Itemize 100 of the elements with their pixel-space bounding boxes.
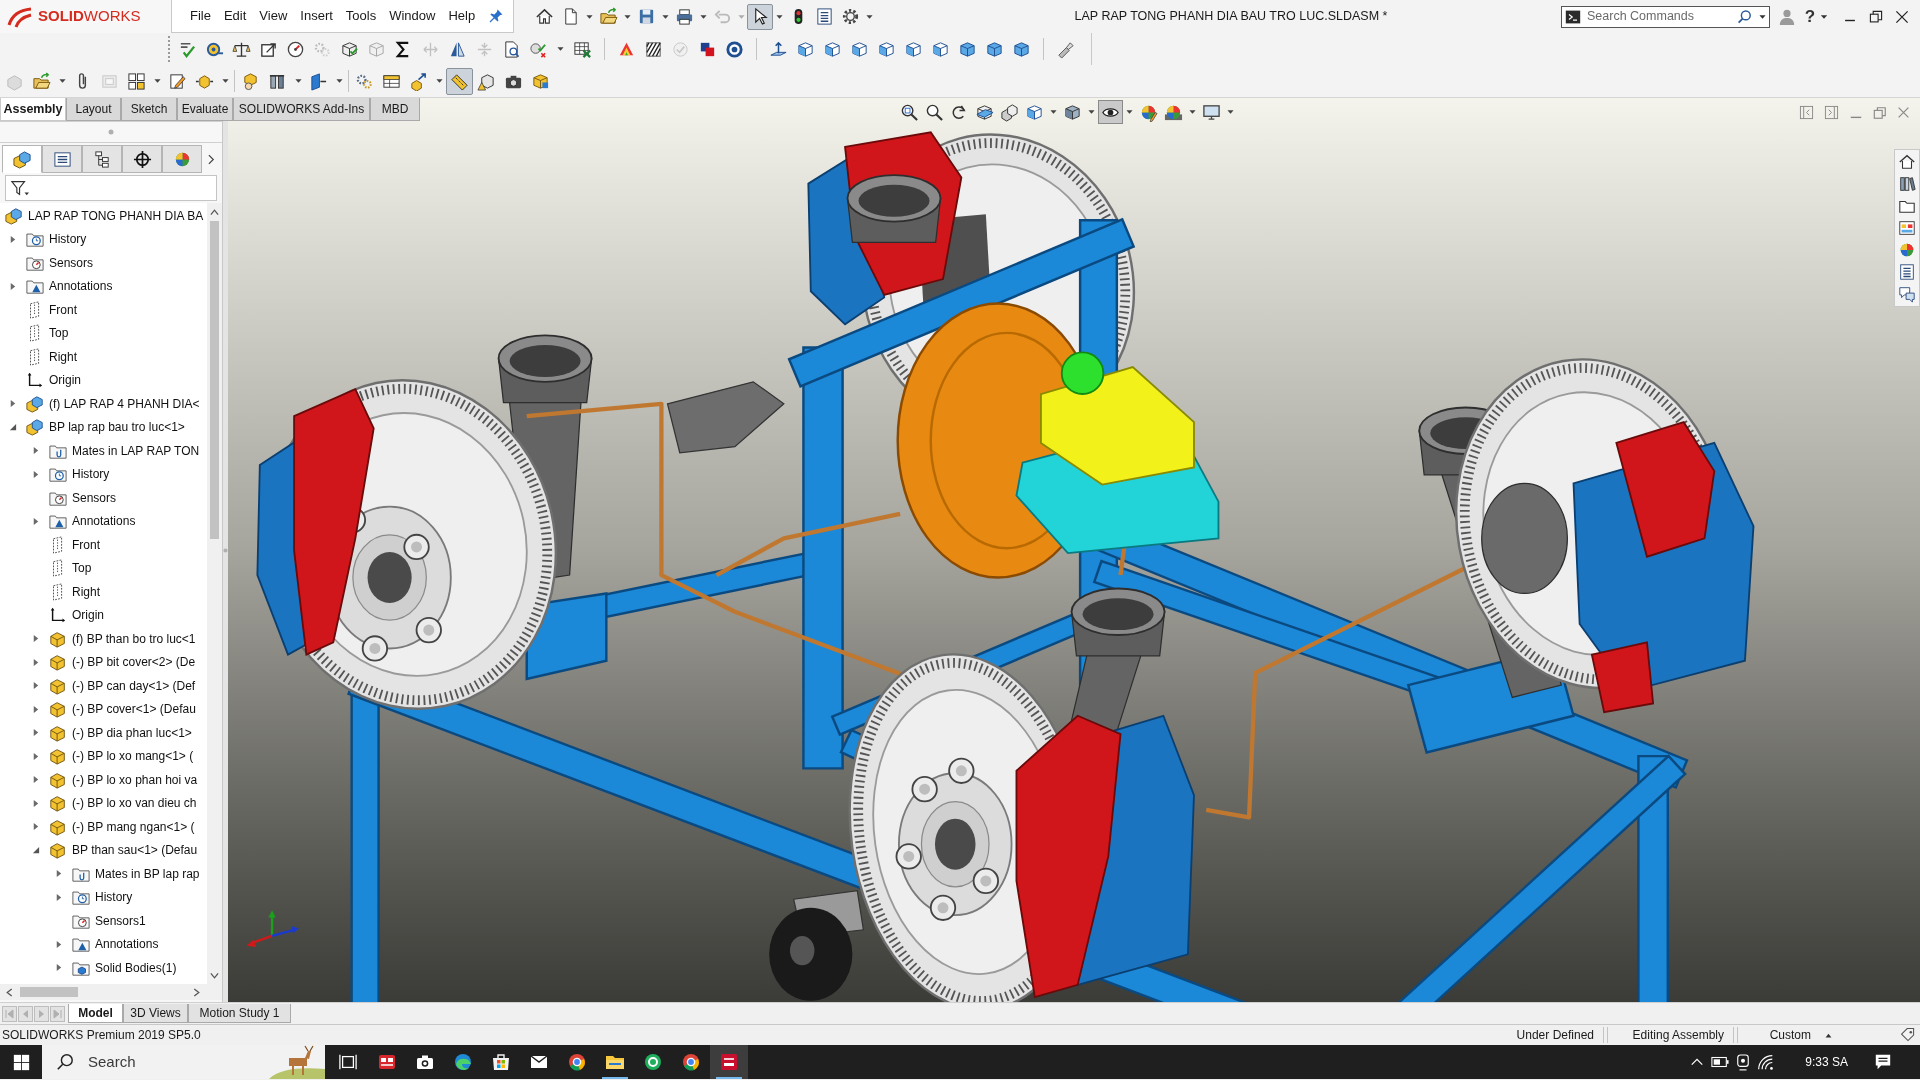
color-ring-icon[interactable] — [567, 1052, 587, 1072]
tree-item[interactable]: Top — [49, 324, 69, 343]
shaded-cube-icon[interactable] — [1063, 102, 1082, 122]
home-icon[interactable] — [1898, 153, 1916, 171]
search-icon[interactable] — [56, 1053, 74, 1071]
tree-item[interactable]: (-) BP mang ngan<1> ( — [72, 817, 195, 836]
tree-item[interactable]: Origin — [49, 371, 81, 390]
expand-arrow-icon[interactable] — [55, 963, 63, 973]
tree-item[interactable]: Right — [49, 347, 77, 366]
search-field[interactable]: Search — [42, 1045, 325, 1079]
shopping-bag-icon[interactable] — [491, 1052, 511, 1072]
tree-item[interactable]: Annotations — [72, 512, 136, 531]
printer-icon[interactable] — [674, 7, 694, 26]
active-app-highlight[interactable] — [710, 1045, 748, 1079]
expand-arrow-icon[interactable] — [55, 869, 63, 879]
document-search-icon[interactable] — [502, 39, 521, 59]
cube-view-icon[interactable] — [985, 39, 1004, 59]
ring-icon[interactable] — [725, 39, 744, 59]
menu-item[interactable]: Edit — [217, 5, 253, 27]
collapse-arrow-icon[interactable] — [9, 422, 17, 432]
tree-item[interactable]: History — [95, 888, 133, 907]
monitor-icon[interactable] — [1202, 102, 1221, 122]
color-ring-icon[interactable] — [681, 1052, 701, 1072]
clock-text[interactable]: 9:33 SA — [1805, 1053, 1848, 1071]
caret-up-icon[interactable] — [1825, 1032, 1832, 1038]
ribbon-tab[interactable]: SOLIDWORKS Add-Ins — [233, 98, 370, 121]
expand-arrow-icon[interactable] — [32, 728, 40, 738]
swirl-icon[interactable] — [453, 1052, 473, 1072]
cube-view-icon[interactable] — [1012, 39, 1031, 59]
expand-arrow-icon[interactable] — [32, 469, 40, 479]
cube-view-icon[interactable] — [796, 39, 815, 59]
grip-dot-icon[interactable] — [108, 129, 114, 135]
tag-icon[interactable] — [1900, 1027, 1916, 1043]
tiles-icon[interactable] — [377, 1052, 397, 1072]
tree-item[interactable]: (f) BP than bo tro luc<1 — [72, 629, 196, 648]
model-tab[interactable]: Motion Study 1 — [188, 1004, 291, 1023]
tree-item[interactable]: BP than sau<1> (Defau — [72, 841, 198, 860]
expand-arrow-icon[interactable] — [32, 657, 40, 667]
expand-arrow-icon[interactable] — [32, 446, 40, 456]
chat-bubbles-icon[interactable] — [1898, 285, 1916, 303]
collapse-arrow-icon[interactable] — [32, 845, 40, 855]
cube-view-icon[interactable] — [850, 39, 869, 59]
menu-item[interactable]: File — [184, 5, 217, 27]
tree-item[interactable]: Solid Bodies(1) — [95, 958, 177, 977]
home-icon[interactable] — [534, 7, 554, 26]
open-folder-icon[interactable] — [598, 7, 618, 26]
scrollbar-thumb[interactable] — [210, 221, 219, 539]
expand-arrow-icon[interactable] — [9, 399, 17, 409]
filter-icon[interactable] — [10, 179, 30, 197]
cube-check-icon[interactable] — [340, 39, 359, 59]
striped-tile-icon[interactable] — [719, 1052, 739, 1072]
gear-icon[interactable] — [840, 7, 860, 26]
tree-item[interactable]: (-) BP lo xo phan hoi va — [72, 770, 198, 789]
cube-tile-icon[interactable] — [531, 71, 550, 91]
vertical-scrollbar[interactable] — [207, 203, 222, 984]
menu-item[interactable]: Insert — [294, 5, 339, 27]
ribbon-tab[interactable]: Sketch — [121, 98, 177, 121]
zebra-stripes-icon[interactable] — [644, 39, 663, 59]
model-tab[interactable]: 3D Views — [123, 1004, 188, 1023]
menu-item[interactable]: Window — [383, 5, 442, 27]
expand-arrow-icon[interactable] — [32, 704, 40, 714]
cube-view-icon[interactable] — [1025, 102, 1044, 122]
ribbon-tab[interactable]: MBD — [370, 98, 420, 121]
tree-item[interactable]: Mates in LAP RAP TON — [72, 441, 200, 460]
tree-item[interactable]: (f) LAP RAP 4 PHANH DIA< — [49, 394, 200, 413]
tree-item[interactable]: (-) BP bit cover<2> (De — [72, 653, 196, 672]
tree-item[interactable]: Top — [72, 559, 92, 578]
expand-arrow-icon[interactable] — [55, 939, 63, 949]
webcam-icon[interactable] — [1736, 1053, 1751, 1071]
expand-arrow-icon[interactable] — [9, 234, 17, 244]
open-folder-icon[interactable] — [32, 71, 51, 91]
tree-item[interactable]: Sensors — [49, 253, 94, 272]
panel-tab[interactable] — [82, 145, 122, 173]
menu-item[interactable]: View — [253, 5, 294, 27]
tree-item[interactable]: Annotations — [95, 935, 159, 954]
expand-arrow-icon[interactable] — [32, 681, 40, 691]
grid-icon[interactable] — [127, 71, 146, 91]
panel-tab[interactable] — [122, 145, 162, 173]
expand-arrow-icon[interactable] — [55, 892, 63, 902]
chevron-right-icon[interactable] — [207, 153, 215, 165]
menu-item[interactable]: Tools — [339, 5, 383, 27]
gauge-icon[interactable] — [286, 39, 305, 59]
filter-field[interactable] — [5, 175, 217, 201]
close-icon[interactable] — [1895, 9, 1909, 24]
warning-cube-icon[interactable] — [477, 71, 496, 91]
expand-arrow-icon[interactable] — [9, 281, 17, 291]
window-grid-icon[interactable] — [1898, 219, 1916, 237]
tree-item[interactable]: Front — [49, 300, 77, 319]
books-icon[interactable] — [1898, 175, 1916, 193]
cube-view-icon[interactable] — [877, 39, 896, 59]
panel-left-icon[interactable] — [1799, 105, 1814, 120]
list-icon[interactable] — [814, 7, 834, 26]
tree-item[interactable]: (-) BP lo xo van dieu ch — [72, 794, 197, 813]
tree-item[interactable]: Annotations — [49, 277, 113, 296]
restore-icon[interactable] — [1869, 9, 1883, 24]
expand-arrow-icon[interactable] — [32, 775, 40, 785]
section-cube-icon[interactable] — [975, 102, 994, 122]
wifi-icon[interactable] — [1757, 1053, 1775, 1071]
list-icon[interactable] — [1898, 263, 1916, 281]
arrow-block-icon[interactable] — [409, 71, 428, 91]
